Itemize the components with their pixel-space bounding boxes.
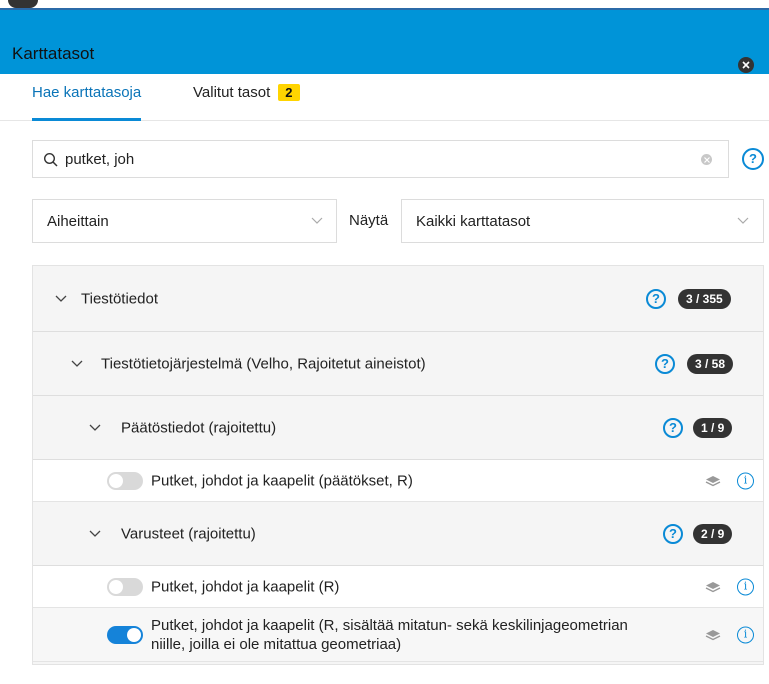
- layer-row[interactable]: Putket, johdot ja kaapelit (R) i: [33, 566, 763, 608]
- group-label: Tiestötietojärjestelmä (Velho, Rajoitetu…: [101, 355, 426, 372]
- layer-tree: Tiestötiedot ? 3 / 355 Tiestötietojärjes…: [32, 265, 764, 665]
- tab-search-layers[interactable]: Hae karttatasoja: [32, 84, 142, 121]
- chevron-down-icon: [71, 360, 83, 367]
- toggle-knob: [109, 579, 123, 594]
- layer-name-line2: niille, joilla ei ole mitattua geometria…: [151, 635, 402, 653]
- clear-search-icon[interactable]: [701, 154, 712, 165]
- layer-name: Putket, johdot ja kaapelit (R, sisältää …: [151, 616, 699, 654]
- layer-count-badge: 3 / 355: [678, 288, 731, 309]
- info-icon[interactable]: i: [737, 626, 754, 643]
- layer-row[interactable]: Putket, johdot ja kaapelit (päätökset, R…: [33, 460, 763, 502]
- group-label: Tiestötiedot: [81, 290, 158, 307]
- search-help-icon[interactable]: ?: [742, 148, 764, 170]
- help-icon[interactable]: ?: [663, 417, 683, 438]
- panel-header: Karttatasot: [0, 10, 769, 74]
- layer-count-badge: 3 / 58: [687, 353, 734, 374]
- chevron-down-icon: [89, 424, 101, 431]
- chevron-down-icon: [55, 295, 67, 302]
- show-value: Kaikki karttatasot: [416, 213, 531, 230]
- group-label: Varusteet (rajoitettu): [121, 525, 256, 542]
- group-tiestotiedot[interactable]: Tiestötiedot ? 3 / 355: [33, 266, 763, 332]
- search-input[interactable]: putket, joh: [65, 151, 134, 168]
- active-tab-indicator: [32, 118, 142, 121]
- layer-name: Putket, johdot ja kaapelit (R): [151, 578, 340, 595]
- info-icon[interactable]: i: [737, 578, 754, 595]
- chevron-down-icon: [737, 217, 749, 224]
- tab-search-layers-label: Hae karttatasoja: [32, 84, 142, 101]
- top-strip: [0, 0, 769, 10]
- chevron-down-icon: [89, 530, 101, 537]
- chevron-down-icon: [311, 217, 323, 224]
- grouping-select[interactable]: Aiheittain: [32, 199, 337, 243]
- layers-icon[interactable]: [705, 475, 721, 487]
- layer-count-badge: 2 / 9: [693, 523, 733, 544]
- tab-selected-layers[interactable]: Valitut tasot 2: [193, 84, 300, 120]
- show-label: Näytä: [349, 212, 389, 229]
- selected-count-badge: 2: [278, 84, 300, 101]
- layer-name-line1: Putket, johdot ja kaapelit (R, sisältää …: [151, 616, 628, 634]
- panel-title: Karttatasot: [12, 44, 95, 63]
- layer-name: Putket, johdot ja kaapelit (päätökset, R…: [151, 472, 413, 489]
- group-label: Päätöstiedot (rajoitettu): [121, 419, 277, 436]
- tab-selected-layers-label: Valitut tasot: [193, 84, 271, 101]
- layer-count-badge: 1 / 9: [693, 417, 733, 438]
- toggle-knob: [127, 627, 141, 642]
- layers-icon[interactable]: [705, 581, 721, 593]
- layer-row[interactable]: Putket, johdot ja kaapelit (R, sisältää …: [33, 608, 763, 662]
- group-paatostiedot[interactable]: Päätöstiedot (rajoitettu) ? 1 / 9: [33, 396, 763, 460]
- info-icon[interactable]: i: [737, 472, 754, 489]
- layer-toggle[interactable]: [107, 471, 143, 490]
- avatar: [8, 0, 38, 8]
- close-icon[interactable]: [738, 57, 754, 73]
- show-select[interactable]: Kaikki karttatasot: [401, 199, 764, 243]
- group-tiestotietojarjestelma[interactable]: Tiestötietojärjestelmä (Velho, Rajoitetu…: [33, 332, 763, 396]
- help-icon[interactable]: ?: [655, 353, 675, 374]
- help-icon[interactable]: ?: [646, 288, 666, 309]
- layer-toggle[interactable]: [107, 625, 143, 644]
- layers-icon[interactable]: [705, 629, 721, 641]
- help-icon[interactable]: ?: [663, 523, 683, 544]
- toggle-knob: [109, 473, 123, 488]
- layer-toggle[interactable]: [107, 577, 143, 596]
- group-varusteet[interactable]: Varusteet (rajoitettu) ? 2 / 9: [33, 502, 763, 566]
- tab-bar: Hae karttatasoja Valitut tasot 2: [0, 74, 769, 121]
- search-field[interactable]: putket, joh: [32, 140, 729, 178]
- search-icon: [43, 152, 58, 167]
- grouping-value: Aiheittain: [47, 213, 109, 230]
